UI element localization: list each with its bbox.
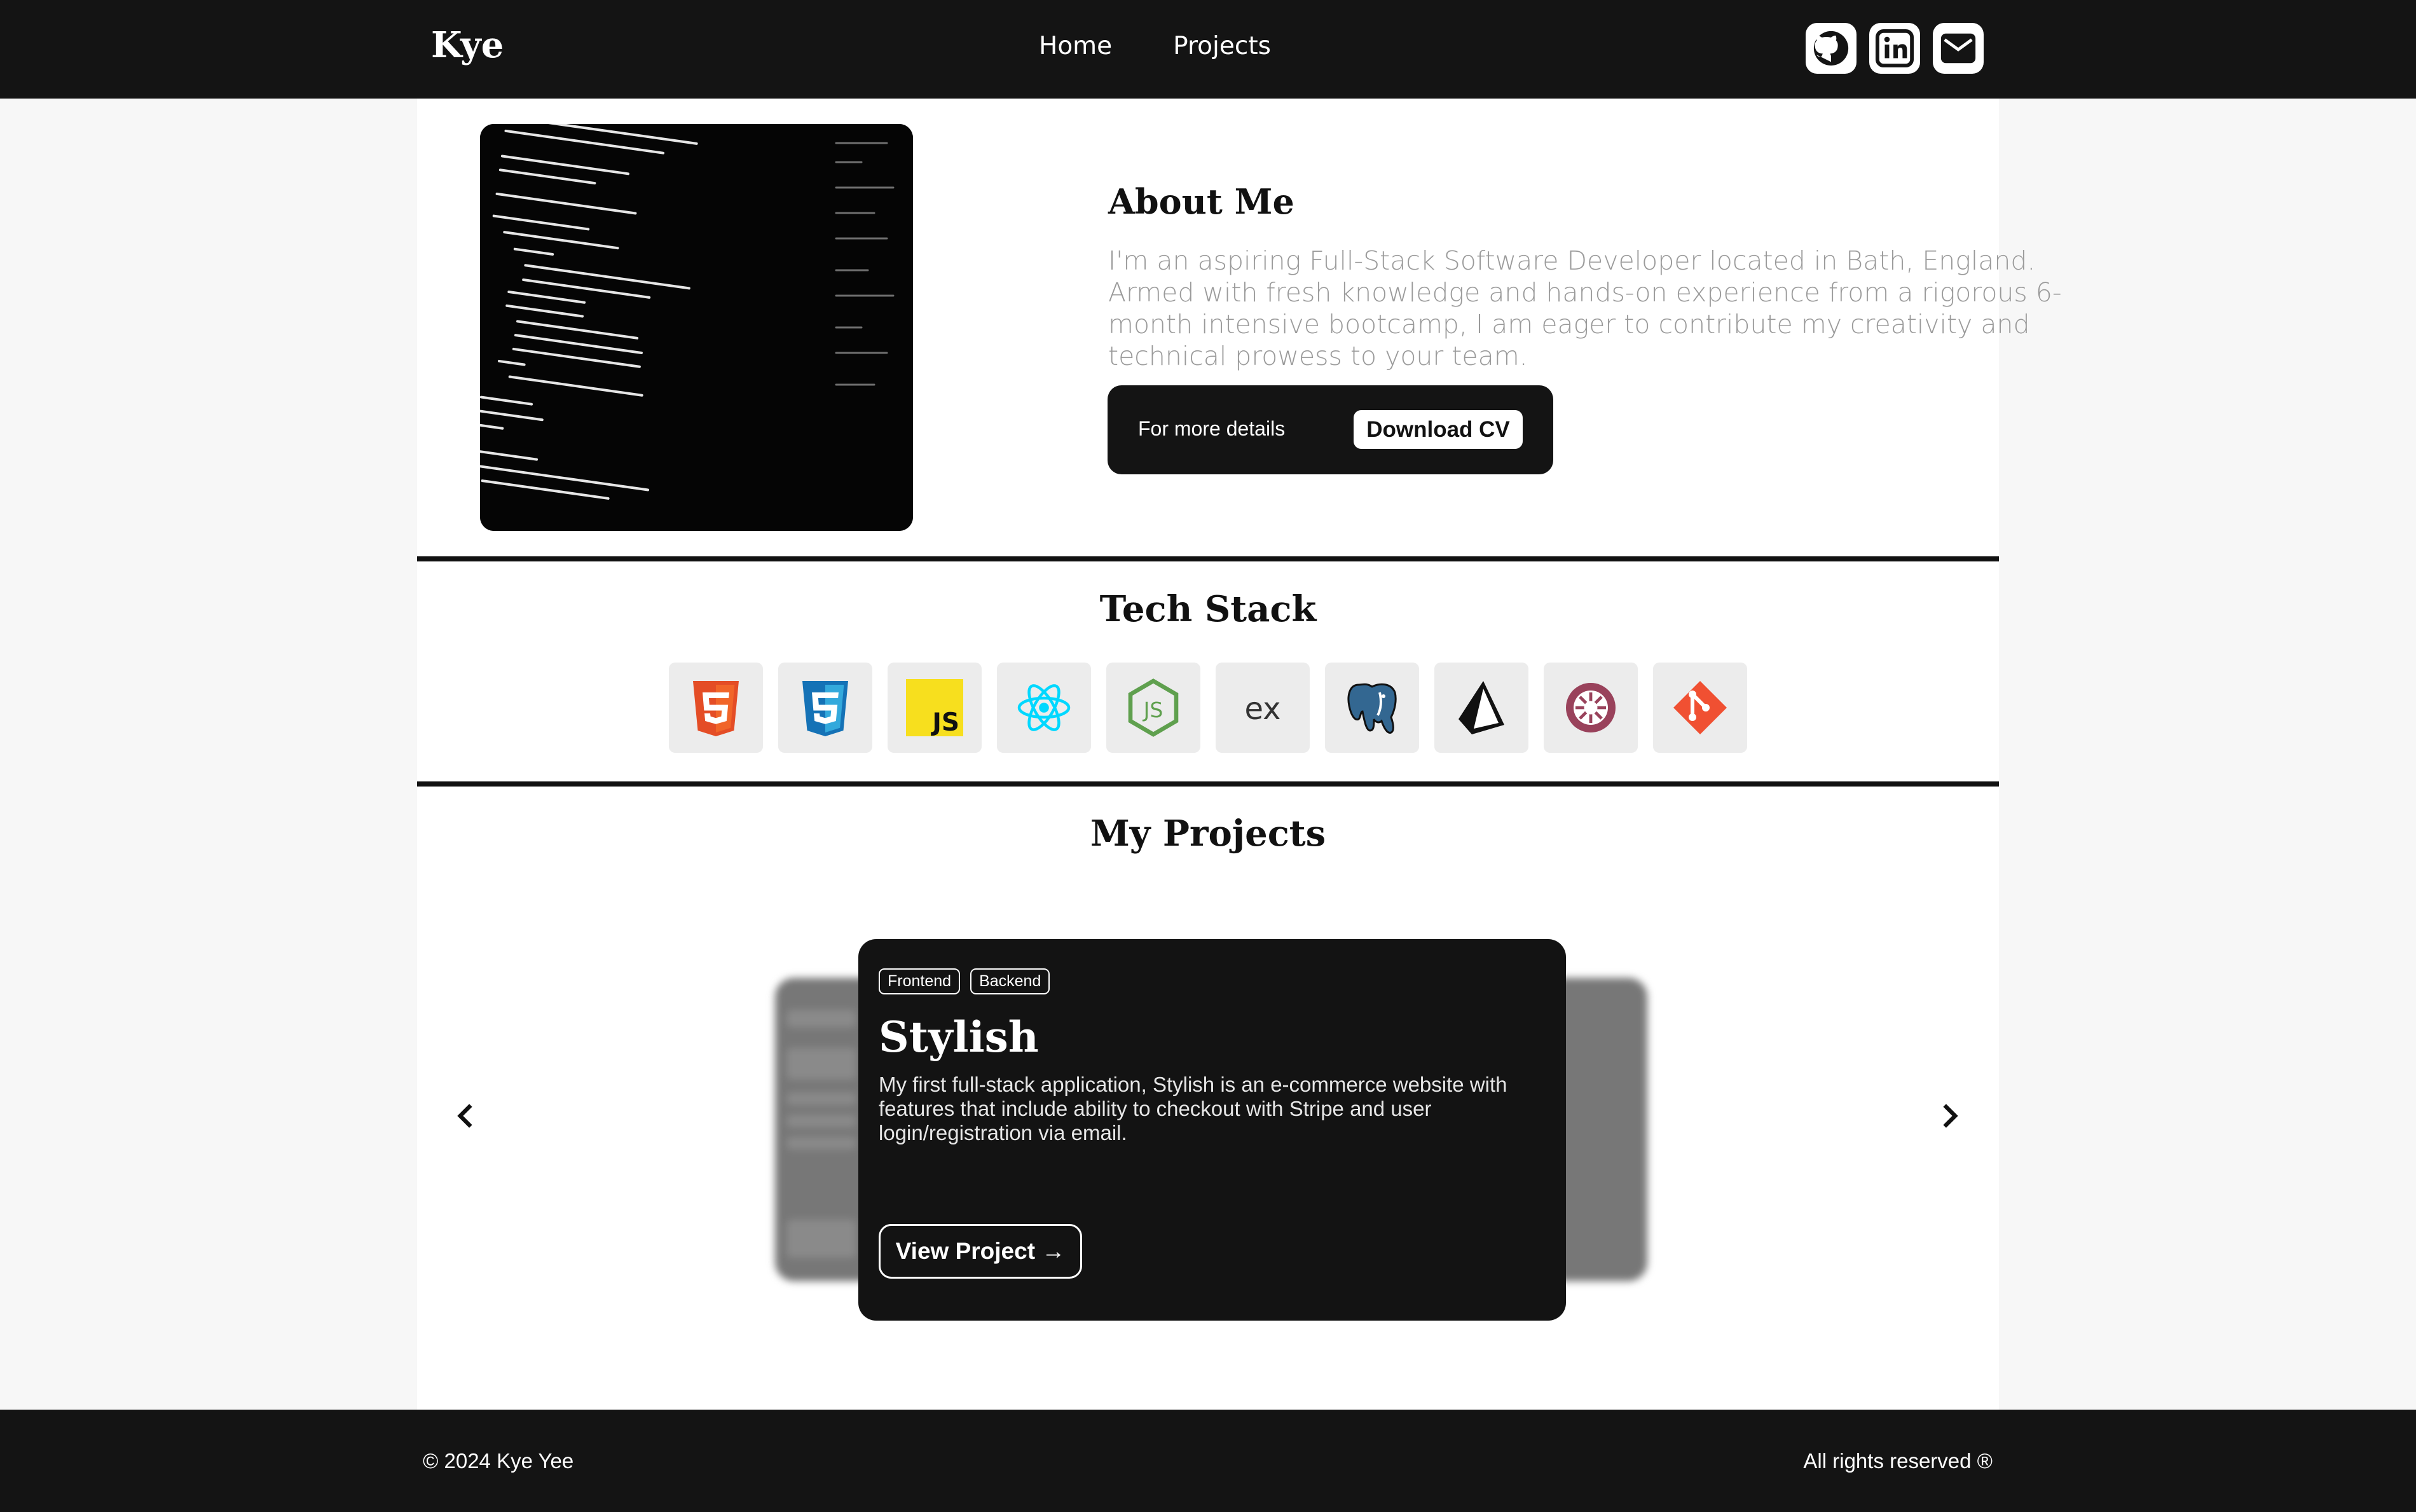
chevron-left-icon (457, 1104, 472, 1128)
nav-home-link[interactable]: Home (1039, 32, 1112, 60)
project-description: My first full-stack application, Stylish… (879, 1073, 1507, 1144)
css3-icon (802, 681, 848, 736)
project-tags: Frontend Backend (879, 968, 1050, 994)
carousel-prev-button[interactable] (444, 1094, 488, 1138)
footer-copyright: © 2024 Kye Yee (423, 1449, 574, 1473)
tech-tile-postgresql (1325, 663, 1419, 753)
footer: © 2024 Kye Yee All rights reserved ® (0, 1410, 2416, 1512)
brand-logo[interactable]: Kye (431, 24, 504, 66)
main-nav: Home Projects (1039, 32, 1271, 60)
about-description: I'm an aspiring Full-Stack Software Deve… (1108, 245, 2062, 371)
section-divider (417, 556, 1999, 561)
main-content: About Me I'm an aspiring Full-Stack Soft… (417, 99, 2062, 1410)
about-title: About Me (1108, 181, 1294, 222)
social-links (1806, 23, 1984, 74)
nodejs-icon: JS (1128, 678, 1179, 737)
chevron-right-icon (1943, 1104, 1958, 1128)
project-card: Frontend Backend Stylish My first full-s… (858, 939, 1566, 1321)
html5-icon (693, 681, 739, 736)
tech-tile-git (1653, 663, 1747, 753)
prisma-icon (1459, 681, 1504, 734)
git-icon (1673, 681, 1727, 734)
cv-cta-box: For more details Download CV (1108, 385, 1553, 474)
mail-icon (1940, 33, 1976, 64)
email-link[interactable] (1933, 23, 1984, 74)
tech-tile-html5 (669, 663, 763, 753)
view-project-button[interactable]: View Project → (879, 1224, 1082, 1279)
svg-text:JS: JS (1143, 698, 1163, 722)
tech-tile-javascript: JS (888, 663, 982, 753)
tech-tile-css3 (778, 663, 872, 753)
code-screenshot-image (480, 124, 913, 531)
download-cv-button[interactable]: Download CV (1354, 410, 1523, 449)
react-icon (1017, 684, 1071, 731)
projects-title: My Projects (1090, 813, 1326, 855)
tech-tile-express: ex (1216, 663, 1310, 753)
tech-tile-nodejs: JS (1106, 663, 1200, 753)
svg-text:JS: JS (930, 708, 959, 737)
tag-frontend: Frontend (879, 968, 961, 994)
svg-text:ex: ex (1244, 691, 1280, 727)
tech-stack-title: Tech Stack (1099, 588, 1317, 630)
linkedin-icon (1875, 29, 1914, 68)
linkedin-link[interactable] (1869, 23, 1920, 74)
carousel-next-button[interactable] (1927, 1094, 1972, 1138)
express-icon: ex (1244, 691, 1280, 727)
jest-icon (1566, 683, 1616, 732)
tech-tile-prisma (1434, 663, 1528, 753)
tech-tile-jest (1544, 663, 1638, 753)
postgresql-icon (1347, 683, 1397, 734)
footer-rights: All rights reserved ® (1803, 1449, 1993, 1473)
cta-label: For more details (1138, 417, 1286, 440)
javascript-icon: JS (906, 679, 963, 737)
github-link[interactable] (1806, 23, 1857, 74)
github-icon (1813, 31, 1849, 66)
top-navbar: Kye Home Projects (0, 0, 2416, 99)
tech-stack-list: JS JS ex (669, 663, 1747, 753)
nav-projects-link[interactable]: Projects (1173, 32, 1271, 60)
tech-tile-react (997, 663, 1091, 753)
project-title: Stylish (879, 1012, 1039, 1062)
tag-backend: Backend (970, 968, 1050, 994)
section-divider (417, 781, 1999, 787)
